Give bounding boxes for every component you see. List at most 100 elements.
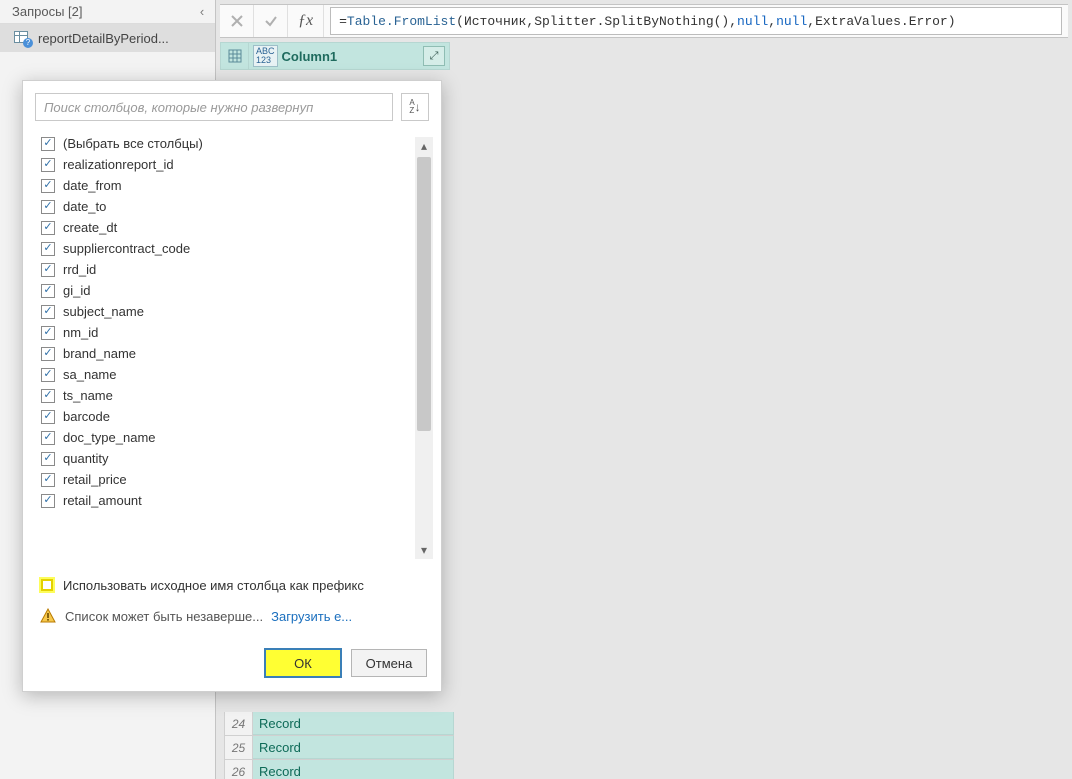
column-list-scrollbar[interactable]: ▴ ▾ [415,137,433,559]
formula-commit-icon[interactable] [254,5,288,37]
row-value: Record [253,736,453,759]
column-label: suppliercontract_code [63,241,190,256]
formula-arg2: Splitter.SplitByNothing() [534,14,729,29]
column-checkbox[interactable] [41,263,55,277]
column-label: date_to [63,199,106,214]
prefix-option-row: Использовать исходное имя столбца как пр… [23,573,441,599]
grid-header: ABC123 Column1 ⤢ [220,42,450,70]
load-more-link[interactable]: Загрузить е... [271,609,352,624]
column-option[interactable]: suppliercontract_code [37,238,411,259]
column-checkbox[interactable] [41,200,55,214]
app-root: Запросы [2] ‹ ? reportDetailByPeriod... … [0,0,1072,779]
column-option[interactable]: create_dt [37,217,411,238]
warning-row: Список может быть незаверше... Загрузить… [23,599,441,639]
column-checkbox[interactable] [41,242,55,256]
column-checkbox[interactable] [41,284,55,298]
query-name: reportDetailByPeriod... [38,31,169,46]
column-label: date_from [63,178,122,193]
column-option[interactable]: sa_name [37,364,411,385]
column-option[interactable]: retail_amount [37,490,411,511]
expand-column-icon[interactable]: ⤢ [423,46,445,66]
column-option[interactable]: doc_type_name [37,427,411,448]
column-option[interactable]: gi_id [37,280,411,301]
column-option[interactable]: realizationreport_id [37,154,411,175]
formula-arg4: null [776,14,807,29]
formula-cancel-icon[interactable] [220,5,254,37]
column-header[interactable]: ABC123 Column1 ⤢ [249,43,449,69]
column-checkbox[interactable] [41,368,55,382]
column-name: Column1 [282,49,338,64]
column-checkbox[interactable] [41,305,55,319]
formula-input[interactable]: = Table.FromList ( Источник , Splitter.S… [330,7,1062,35]
column-checkbox[interactable] [41,347,55,361]
column-option[interactable]: date_from [37,175,411,196]
formula-prefix: = [339,14,347,29]
row-value: Record [253,760,453,779]
column-checkbox[interactable] [41,410,55,424]
formula-arg5: ExtraValues.Error [815,14,948,29]
column-option[interactable]: barcode [37,406,411,427]
column-checkbox[interactable] [41,452,55,466]
table-row[interactable]: 25Record [224,736,454,760]
column-option[interactable]: (Выбрать все столбцы) [37,133,411,154]
column-option[interactable]: subject_name [37,301,411,322]
formula-arg1: Источник [464,14,526,29]
column-option[interactable]: ts_name [37,385,411,406]
queries-title: Запросы [2] [12,4,83,19]
expand-columns-popup: Поиск столбцов, которые нужно развернуп … [22,80,442,692]
fx-icon[interactable]: ƒx [288,5,324,37]
column-label: realizationreport_id [63,157,174,172]
row-number: 25 [225,736,253,759]
table-row[interactable]: 24Record [224,712,454,736]
query-item[interactable]: ? reportDetailByPeriod... [0,24,215,52]
column-option[interactable]: rrd_id [37,259,411,280]
search-input[interactable]: Поиск столбцов, которые нужно развернуп [35,93,393,121]
formula-close: ) [948,14,956,29]
grid-rows: 24Record25Record26Record [224,712,454,779]
column-label: barcode [63,409,110,424]
prefix-checkbox[interactable] [41,579,53,591]
column-checkbox[interactable] [41,494,55,508]
search-placeholder: Поиск столбцов, которые нужно развернуп [44,100,313,115]
column-label: doc_type_name [63,430,156,445]
column-option[interactable]: nm_id [37,322,411,343]
column-checkbox[interactable] [41,179,55,193]
column-checkbox[interactable] [41,326,55,340]
scroll-down-icon[interactable]: ▾ [415,541,433,559]
column-label: gi_id [63,283,90,298]
table-row[interactable]: 26Record [224,760,454,779]
column-checkbox[interactable] [41,431,55,445]
column-option[interactable]: date_to [37,196,411,217]
column-label: subject_name [63,304,144,319]
grid-corner-icon[interactable] [221,43,249,69]
sort-az-button[interactable]: AZ↓ [401,93,429,121]
column-label: sa_name [63,367,116,382]
row-value: Record [253,712,453,735]
row-number: 24 [225,712,253,735]
scroll-thumb[interactable] [417,157,431,431]
column-list: (Выбрать все столбцы) realizationreport_i… [37,133,433,563]
column-option[interactable]: quantity [37,448,411,469]
ok-button[interactable]: ОК [265,649,341,677]
warning-icon [39,607,57,625]
column-label: retail_price [63,472,127,487]
column-checkbox[interactable] [41,389,55,403]
prefix-checkbox-label: Использовать исходное имя столбца как пр… [63,578,364,593]
column-checkbox[interactable] [41,221,55,235]
cancel-button[interactable]: Отмена [351,649,427,677]
formula-open: ( [456,14,464,29]
collapse-queries-icon[interactable]: ‹ [195,4,209,19]
formula-arg3: null [737,14,768,29]
prefix-checkbox-highlight [39,577,55,593]
column-checkbox[interactable] [41,158,55,172]
column-type-icon: ABC123 [253,45,278,67]
column-option[interactable]: retail_price [37,469,411,490]
column-label: ts_name [63,388,113,403]
scroll-up-icon[interactable]: ▴ [415,137,433,155]
column-label: quantity [63,451,109,466]
column-option[interactable]: brand_name [37,343,411,364]
column-checkbox[interactable] [41,137,55,151]
column-label: retail_amount [63,493,142,508]
column-checkbox[interactable] [41,473,55,487]
column-label: rrd_id [63,262,96,277]
